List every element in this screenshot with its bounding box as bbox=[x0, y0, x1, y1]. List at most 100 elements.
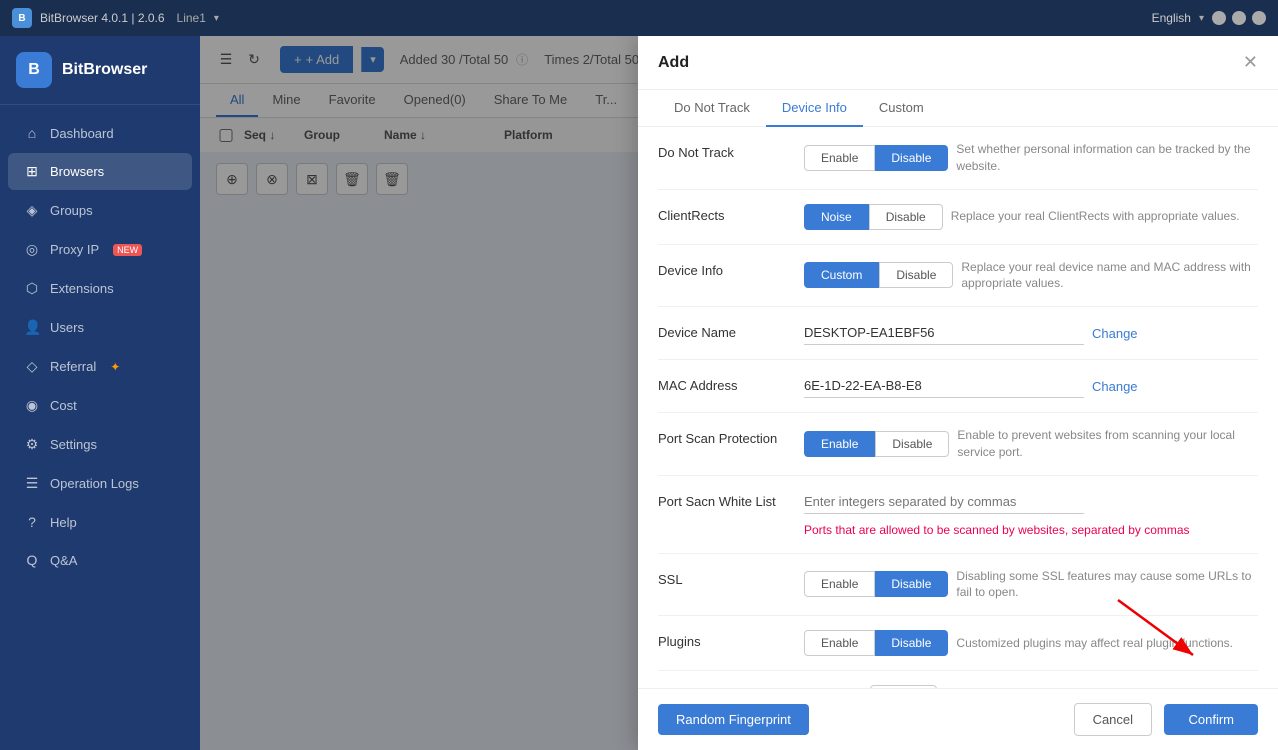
di-disable-btn[interactable]: Disable bbox=[879, 262, 953, 288]
qa-icon: Q bbox=[24, 552, 40, 568]
sidebar-item-operation-logs[interactable]: ☰ Operation Logs bbox=[8, 465, 192, 502]
label-plugins: Plugins bbox=[658, 630, 788, 649]
toggle-client-rects: Noise Disable bbox=[804, 204, 943, 230]
extensions-icon: ⬡ bbox=[24, 280, 40, 297]
control-port-scan-protection: Enable Disable Enable to prevent website… bbox=[804, 427, 1258, 461]
window-controls bbox=[1212, 11, 1266, 25]
toggle-device-info: Custom Disable bbox=[804, 262, 953, 288]
sidebar-header: B BitBrowser bbox=[0, 36, 200, 105]
sidebar-item-cost[interactable]: ◉ Cost bbox=[8, 387, 192, 424]
modal-title: Add bbox=[658, 54, 689, 72]
sidebar: B BitBrowser ⌂ Dashboard ⊞ Browsers ◈ Gr… bbox=[0, 36, 200, 750]
toggle-ssl: Enable Disable bbox=[804, 571, 948, 597]
sidebar-label-help: Help bbox=[50, 515, 77, 530]
titlebar: B BitBrowser 4.0.1 | 2.0.6 Line1 ▾ Engli… bbox=[0, 0, 1278, 36]
label-client-rects: ClientRects bbox=[658, 204, 788, 223]
ssl-enable-btn[interactable]: Enable bbox=[804, 571, 875, 597]
device-name-input[interactable] bbox=[804, 321, 1084, 345]
modal-tab-custom[interactable]: Custom bbox=[863, 90, 940, 127]
minimize-button[interactable] bbox=[1212, 11, 1226, 25]
sidebar-item-dashboard[interactable]: ⌂ Dashboard bbox=[8, 115, 192, 151]
hint-port-scan-protection: Enable to prevent websites from scanning… bbox=[957, 427, 1258, 461]
control-device-info: Custom Disable Replace your real device … bbox=[804, 259, 1258, 293]
help-icon: ? bbox=[24, 514, 40, 530]
maximize-button[interactable] bbox=[1232, 11, 1246, 25]
sidebar-item-referral[interactable]: ◇ Referral ✦ bbox=[8, 348, 192, 385]
app-logo: B bbox=[12, 8, 32, 28]
modal-close-button[interactable]: ✕ bbox=[1243, 52, 1258, 73]
logs-icon: ☰ bbox=[24, 475, 40, 492]
settings-icon: ⚙ bbox=[24, 436, 40, 453]
sidebar-item-extensions[interactable]: ⬡ Extensions bbox=[8, 270, 192, 307]
language-selector[interactable]: English bbox=[1152, 11, 1191, 25]
control-plugins: Enable Disable Customized plugins may af… bbox=[804, 630, 1258, 656]
sidebar-item-groups[interactable]: ◈ Groups bbox=[8, 192, 192, 229]
cancel-button[interactable]: Cancel bbox=[1074, 703, 1152, 736]
control-do-not-track: Enable Disable Set whether personal info… bbox=[804, 141, 1258, 175]
line-dropdown-icon[interactable]: ▾ bbox=[214, 13, 219, 24]
toggle-do-not-track: Enable Disable bbox=[804, 145, 948, 171]
psp-enable-btn[interactable]: Enable bbox=[804, 431, 875, 457]
hint-ssl: Disabling some SSL features may cause so… bbox=[956, 568, 1258, 602]
di-custom-btn[interactable]: Custom bbox=[804, 262, 879, 288]
modal-tab-device-info[interactable]: Device Info bbox=[766, 90, 863, 127]
sidebar-label-users: Users bbox=[50, 320, 84, 335]
label-do-not-track: Do Not Track bbox=[658, 141, 788, 160]
modal-tabs: Do Not Track Device Info Custom bbox=[638, 90, 1278, 127]
hint-plugins: Customized plugins may affect real plugi… bbox=[956, 635, 1258, 652]
content-area: ☰ ↻ + + Add ▾ Added 30 /Total 50 ⓘ Times… bbox=[200, 36, 1278, 750]
control-port-scan-whitelist: Ports that are allowed to be scanned by … bbox=[804, 490, 1258, 539]
close-window-button[interactable] bbox=[1252, 11, 1266, 25]
form-row-port-scan-protection: Port Scan Protection Enable Disable Enab… bbox=[658, 413, 1258, 476]
random-fingerprint-button[interactable]: Random Fingerprint bbox=[658, 704, 809, 735]
form-row-mac-address: MAC Address Change bbox=[658, 360, 1258, 413]
confirm-button[interactable]: Confirm bbox=[1164, 704, 1258, 735]
titlebar-right: English ▾ bbox=[1152, 11, 1266, 25]
cr-noise-btn[interactable]: Noise bbox=[804, 204, 869, 230]
mac-address-change-link[interactable]: Change bbox=[1092, 379, 1138, 394]
lang-dropdown-icon[interactable]: ▾ bbox=[1199, 13, 1204, 24]
form-row-hardware-concurrency: Hardware Concurrency Cores Set CPU cores… bbox=[658, 671, 1258, 688]
label-device-name: Device Name bbox=[658, 321, 788, 340]
device-name-change-link[interactable]: Change bbox=[1092, 326, 1138, 341]
label-port-scan-protection: Port Scan Protection bbox=[658, 427, 788, 446]
sidebar-item-users[interactable]: 👤 Users bbox=[8, 309, 192, 346]
label-mac-address: MAC Address bbox=[658, 374, 788, 393]
modal-tab-do-not-track[interactable]: Do Not Track bbox=[658, 90, 766, 127]
port-scan-whitelist-input[interactable] bbox=[804, 490, 1084, 514]
plugins-enable-btn[interactable]: Enable bbox=[804, 630, 875, 656]
mac-address-input[interactable] bbox=[804, 374, 1084, 398]
proxy-icon: ◎ bbox=[24, 241, 40, 258]
sidebar-app-name: BitBrowser bbox=[62, 61, 147, 79]
sidebar-item-settings[interactable]: ⚙ Settings bbox=[8, 426, 192, 463]
sidebar-label-settings: Settings bbox=[50, 437, 97, 452]
form-row-ssl: SSL Enable Disable Disabling some SSL fe… bbox=[658, 554, 1258, 617]
modal-footer: Random Fingerprint Cancel Confirm bbox=[638, 688, 1278, 750]
sparkle-icon: ✦ bbox=[110, 360, 120, 374]
label-device-info: Device Info bbox=[658, 259, 788, 278]
hint-device-info: Replace your real device name and MAC ad… bbox=[961, 259, 1258, 293]
sidebar-label-operation-logs: Operation Logs bbox=[50, 476, 139, 491]
sidebar-item-browsers[interactable]: ⊞ Browsers bbox=[8, 153, 192, 190]
sidebar-nav: ⌂ Dashboard ⊞ Browsers ◈ Groups ◎ Proxy … bbox=[0, 105, 200, 750]
dnt-disable-btn[interactable]: Disable bbox=[875, 145, 948, 171]
sidebar-item-proxy-ip[interactable]: ◎ Proxy IP NEW bbox=[8, 231, 192, 268]
sidebar-label-referral: Referral bbox=[50, 359, 96, 374]
cost-icon: ◉ bbox=[24, 397, 40, 414]
form-row-port-scan-whitelist: Port Sacn White List Ports that are allo… bbox=[658, 476, 1258, 554]
hint-do-not-track: Set whether personal information can be … bbox=[956, 141, 1258, 175]
psp-disable-btn[interactable]: Disable bbox=[875, 431, 949, 457]
plugins-disable-btn[interactable]: Disable bbox=[875, 630, 948, 656]
home-icon: ⌂ bbox=[24, 125, 40, 141]
ssl-disable-btn[interactable]: Disable bbox=[875, 571, 948, 597]
modal-overlay: Add ✕ Do Not Track Device Info Custom Do… bbox=[200, 36, 1278, 750]
modal-header: Add ✕ bbox=[638, 36, 1278, 90]
sidebar-label-extensions: Extensions bbox=[50, 281, 114, 296]
cr-disable-btn[interactable]: Disable bbox=[869, 204, 943, 230]
sidebar-item-help[interactable]: ? Help bbox=[8, 504, 192, 540]
footer-right-buttons: Cancel Confirm bbox=[1074, 703, 1258, 736]
dnt-enable-btn[interactable]: Enable bbox=[804, 145, 875, 171]
add-modal: Add ✕ Do Not Track Device Info Custom Do… bbox=[638, 36, 1278, 750]
sidebar-item-qa[interactable]: Q Q&A bbox=[8, 542, 192, 578]
app-title: BitBrowser 4.0.1 | 2.0.6 bbox=[40, 11, 165, 25]
